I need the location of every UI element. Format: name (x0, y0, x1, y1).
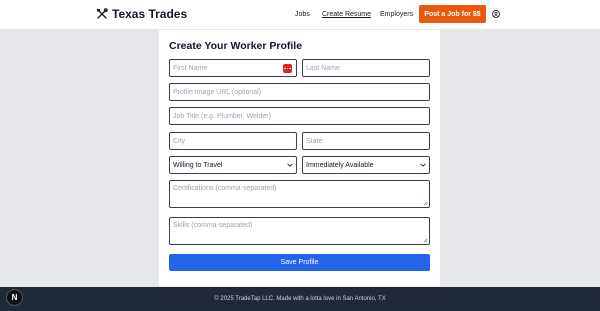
resize-handle-icon[interactable] (423, 238, 428, 243)
availability-select-value: Immediately Available (306, 161, 374, 169)
state-placeholder: State (306, 137, 323, 145)
profile-image-placeholder: Profile Image URL (optional) (173, 88, 262, 96)
nav-link-jobs[interactable]: Jobs (295, 10, 310, 19)
travel-select[interactable]: Willing to Travel (169, 156, 297, 174)
last-name-placeholder: Last Name (306, 64, 340, 72)
profile-image-url-field[interactable]: Profile Image URL (optional) (169, 83, 430, 101)
dev-tools-badge[interactable]: N (6, 289, 23, 306)
nav-link-employers[interactable]: Employers (380, 10, 413, 19)
first-name-field[interactable]: First Name (169, 59, 297, 77)
post-job-button[interactable]: Post a Job for $5 (419, 5, 486, 23)
resize-handle-icon[interactable] (423, 201, 428, 206)
job-title-field[interactable]: Job Title (e.g. Plumber, Welder) (169, 107, 430, 125)
brand-name: Texas Trades (112, 7, 188, 21)
autofill-icon[interactable] (283, 64, 292, 73)
profile-form-card: Create Your Worker Profile First Name La… (159, 30, 440, 286)
city-placeholder: City (173, 137, 186, 145)
footer-copyright: © 2025 TradeTap LLC. Made with a lotta l… (214, 296, 386, 302)
user-circle-icon[interactable] (492, 10, 500, 18)
certifications-placeholder: Certifications (comma-separated) (173, 185, 277, 192)
job-title-placeholder: Job Title (e.g. Plumber, Welder) (173, 112, 271, 120)
first-name-placeholder: First Name (173, 64, 208, 72)
top-navbar: Texas Trades Jobs Create Resume Employer… (0, 0, 600, 30)
form-title: Create Your Worker Profile (169, 40, 303, 52)
state-field[interactable]: State (302, 132, 430, 150)
last-name-field[interactable]: Last Name (302, 59, 430, 77)
save-profile-button[interactable]: Save Profile (169, 254, 430, 271)
chevron-down-icon (287, 163, 293, 167)
skills-placeholder: Skills (comma-separated) (173, 222, 253, 229)
availability-select[interactable]: Immediately Available (302, 156, 430, 174)
travel-select-value: Willing to Travel (173, 161, 223, 169)
tools-icon (97, 8, 108, 19)
nav-link-create-resume[interactable]: Create Resume (322, 10, 371, 19)
brand-logo-link[interactable]: Texas Trades (96, 7, 187, 21)
page-footer: © 2025 TradeTap LLC. Made with a lotta l… (0, 287, 600, 311)
certifications-textarea[interactable]: Certifications (comma-separated) (169, 180, 430, 208)
chevron-down-icon (420, 163, 426, 167)
skills-textarea[interactable]: Skills (comma-separated) (169, 217, 430, 245)
city-field[interactable]: City (169, 132, 297, 150)
